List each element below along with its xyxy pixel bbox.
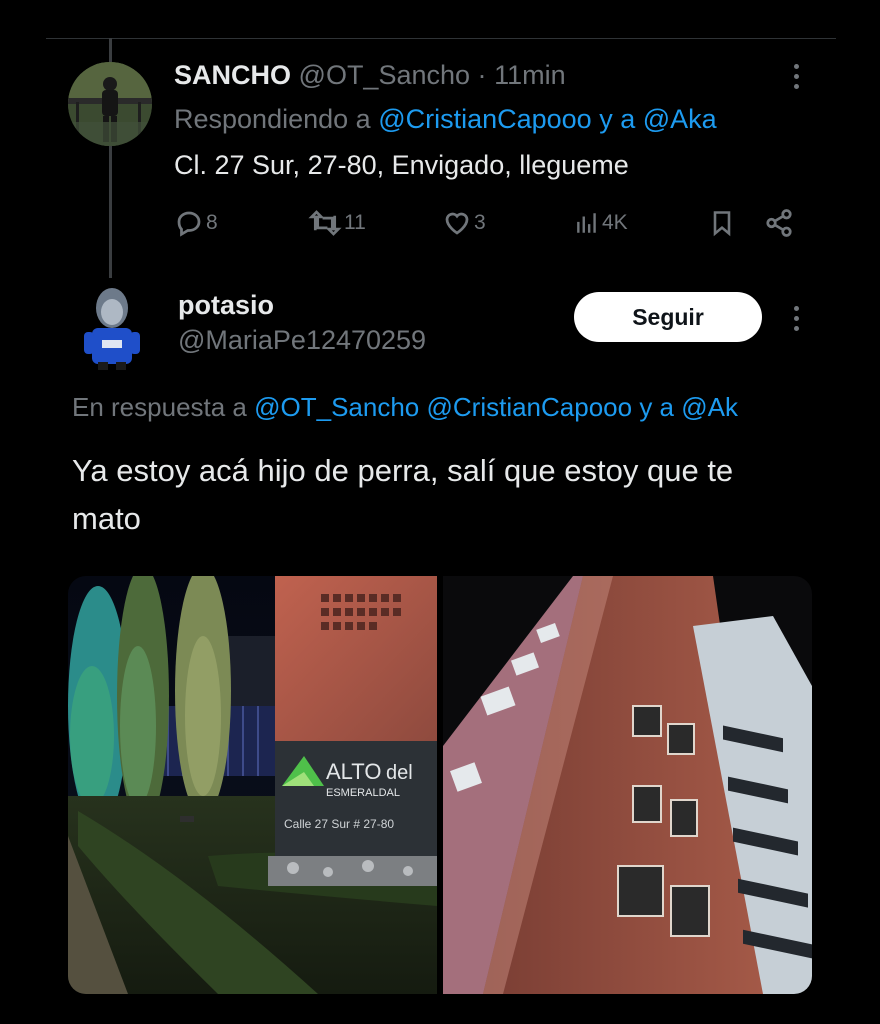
photo-building-facade[interactable] [443,576,812,994]
follow-button[interactable]: Seguir [574,292,762,342]
views-count: 4K [602,211,628,234]
share-icon [766,209,792,237]
tweet-header: SANCHO @OT_Sancho · 11min [174,60,566,91]
share-button[interactable] [764,205,794,241]
handle[interactable]: @OT_Sancho [299,60,471,90]
separator: · [477,60,487,90]
views-button[interactable]: 4K [574,205,628,241]
media-grid: ALTO del ESMERALDAL Calle 27 Sur # 27-80 [68,576,812,994]
handle[interactable]: @MariaPe12470259 [178,325,426,356]
replying-to-label: Respondiendo a [174,104,371,134]
sign-line1: ALTO [326,759,381,784]
reply-count: 8 [206,211,218,234]
replying-to: En respuesta a @OT_Sancho @CristianCapoo… [72,392,838,423]
more-icon[interactable] [786,306,806,336]
avatar[interactable] [68,62,152,146]
action-bar: 8 11 3 4K [174,205,804,245]
replying-to: Respondiendo a @CristianCapooo y a @Aka [174,104,717,135]
reply-icon [177,211,201,237]
replying-to-mentions[interactable]: @CristianCapooo y a @Aka [378,104,716,134]
like-icon [445,212,469,235]
retweet-icon [308,210,342,236]
replying-to-label: En respuesta a [72,392,247,422]
like-count: 3 [474,211,486,234]
photo-building-entrance[interactable]: ALTO del ESMERALDAL Calle 27 Sur # 27-80 [68,576,437,994]
bookmark-button[interactable] [708,205,736,241]
tweet-text: Cl. 27 Sur, 27-80, Envigado, llegueme [174,150,629,180]
retweet-button[interactable]: 11 [308,205,366,241]
reply-button[interactable]: 8 [174,205,218,241]
avatar[interactable] [80,282,144,372]
retweet-count: 11 [344,211,366,234]
display-name[interactable]: SANCHO [174,60,291,90]
display-name[interactable]: potasio [178,290,274,321]
tweet-text: Ya estoy acá hijo de perra, salí que est… [72,453,734,536]
bookmark-icon [713,211,731,237]
sign-line1b: del [386,762,413,784]
sign-line3: Calle 27 Sur # 27-80 [284,817,394,831]
timestamp[interactable]: 11min [494,60,566,90]
sign-line2: ESMERALDAL [326,787,400,799]
like-button[interactable]: 3 [442,205,486,241]
top-divider [46,38,836,39]
views-icon [577,213,596,233]
replying-to-mentions[interactable]: @OT_Sancho @CristianCapooo y a @Ak [254,392,738,422]
more-icon[interactable] [786,64,806,94]
